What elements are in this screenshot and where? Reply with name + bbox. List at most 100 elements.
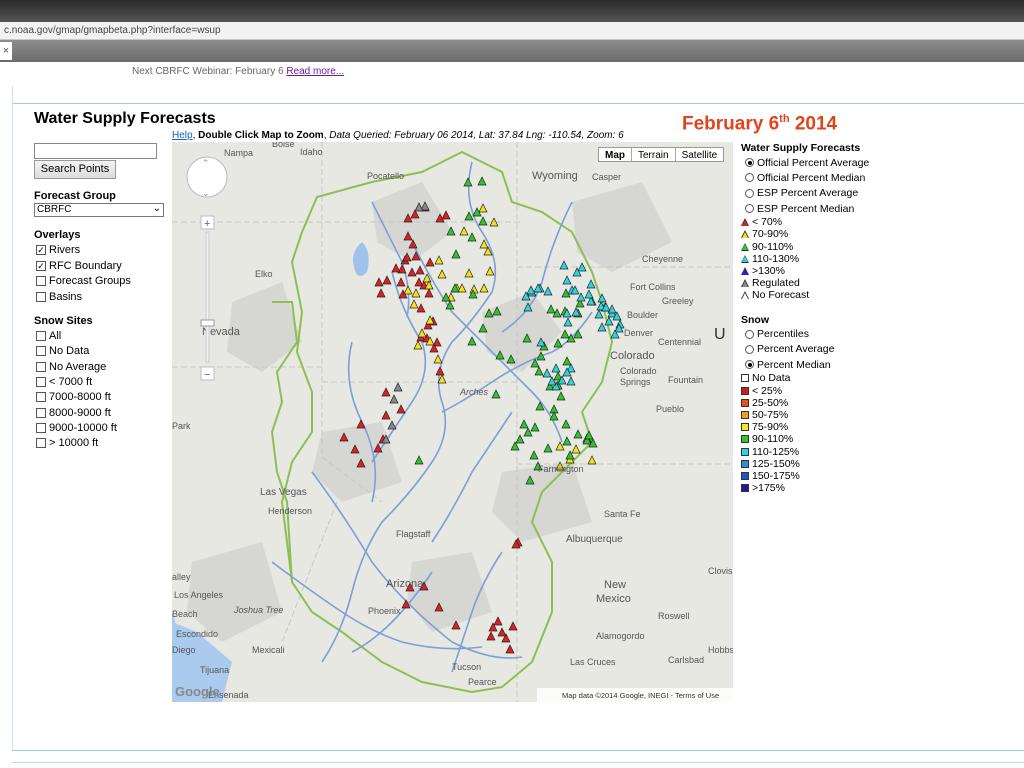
snow-site-checkbox[interactable]: > 10000 ft bbox=[36, 437, 98, 449]
forecast-group-select[interactable]: CBRFC ⌄ bbox=[34, 203, 164, 217]
svg-text:Centennial: Centennial bbox=[658, 337, 701, 347]
snow-site-checkbox[interactable]: 9000-10000 ft bbox=[36, 422, 117, 434]
snow-radio-option[interactable]: Percent Average bbox=[741, 342, 901, 357]
help-link[interactable]: Help bbox=[172, 130, 193, 141]
zoom-slider[interactable] bbox=[205, 231, 210, 363]
svg-text:Idaho: Idaho bbox=[300, 147, 323, 157]
overlay-checkbox-forecast-groups[interactable]: Forecast Groups bbox=[36, 275, 131, 287]
page-title: Water Supply Forecasts bbox=[34, 110, 216, 127]
legend-key-label: No Data bbox=[752, 372, 791, 385]
snow-site-checkbox[interactable]: 7000-8000 ft bbox=[36, 391, 111, 403]
snow-option-label: Percent Average bbox=[757, 343, 835, 356]
zoom-handle[interactable] bbox=[200, 319, 215, 327]
legend-key-label: >175% bbox=[752, 482, 785, 495]
date-annotation: February 6th 2014 bbox=[682, 113, 837, 135]
snow-site-checkbox[interactable]: All bbox=[36, 330, 61, 342]
legend-key-row: No Data bbox=[741, 372, 901, 384]
wsf-options: Official Percent Average Official Percent… bbox=[741, 155, 901, 216]
radio-button[interactable] bbox=[745, 158, 754, 168]
snow-legend-title: Snow bbox=[741, 313, 769, 326]
svg-text:Albuquerque: Albuquerque bbox=[566, 534, 623, 545]
radio-button[interactable] bbox=[745, 360, 754, 370]
snow-radio-option[interactable]: Percent Median bbox=[741, 357, 901, 372]
checkbox[interactable] bbox=[36, 291, 46, 302]
map-canvas[interactable]: Boise Idaho Nampa Pocatello Wyoming Casper E… bbox=[172, 142, 733, 702]
map-type-map-button[interactable]: Map bbox=[599, 148, 632, 161]
overlay-label: Rivers bbox=[49, 244, 81, 256]
wsf-radio-option[interactable]: Official Percent Average bbox=[741, 155, 901, 170]
close-tab-icon[interactable]: × bbox=[0, 42, 12, 60]
svg-text:Joshua Tree: Joshua Tree bbox=[233, 605, 283, 615]
header-divider bbox=[12, 103, 1024, 104]
snow-site-checkbox[interactable]: < 7000 ft bbox=[36, 376, 92, 388]
checkbox[interactable] bbox=[36, 361, 46, 372]
svg-text:Roswell: Roswell bbox=[658, 611, 690, 621]
wsf-radio-option[interactable]: ESP Percent Median bbox=[741, 201, 901, 216]
svg-text:Las Cruces: Las Cruces bbox=[570, 657, 616, 667]
google-logo: Google bbox=[175, 684, 220, 699]
date-day: February 6 bbox=[682, 113, 780, 135]
checkbox[interactable] bbox=[36, 376, 46, 387]
snow-option-label: Percent Median bbox=[757, 358, 831, 371]
triangle-marker-icon bbox=[741, 279, 749, 288]
snow-sites-label: Snow Sites bbox=[34, 315, 93, 327]
legend-key-label: No Forecast bbox=[752, 289, 810, 302]
overlay-checkbox-basins[interactable]: Basins bbox=[36, 291, 82, 303]
checkbox[interactable] bbox=[36, 331, 46, 341]
legend-key-label: 110-125% bbox=[752, 445, 800, 458]
checkbox[interactable] bbox=[36, 407, 46, 418]
legend-key-label: 125-150% bbox=[752, 457, 800, 470]
overlay-label: RFC Boundary bbox=[49, 259, 122, 272]
snow-options: Percentiles Percent Average Percent Median bbox=[741, 327, 901, 373]
svg-text:+: + bbox=[204, 218, 210, 230]
snow-key-list: No Data < 25% 25-50% 50-75% 75-90% 90-110% 110… bbox=[741, 372, 901, 494]
triangle-marker-icon bbox=[741, 242, 749, 251]
svg-text:Springs: Springs bbox=[620, 377, 651, 387]
search-points-button[interactable]: Search Points bbox=[34, 160, 116, 179]
checkbox[interactable]: ✓ bbox=[36, 260, 46, 271]
forecast-group-value: CBRFC bbox=[37, 204, 72, 215]
legend-key-row: < 25% bbox=[741, 385, 901, 397]
checkbox[interactable] bbox=[36, 438, 46, 449]
radio-button[interactable] bbox=[745, 329, 754, 339]
snow-radio-option[interactable]: Percentiles bbox=[741, 327, 901, 342]
search-input[interactable] bbox=[34, 143, 157, 159]
square-marker-icon bbox=[741, 374, 749, 383]
checkbox[interactable] bbox=[36, 392, 46, 403]
overlay-checkbox-rivers[interactable]: ✓ Rivers bbox=[36, 244, 80, 256]
legend-key-label: >130% bbox=[752, 265, 785, 278]
read-more-link[interactable]: Read more... bbox=[286, 66, 344, 77]
radio-button[interactable] bbox=[745, 173, 754, 183]
address-bar[interactable]: c.noaa.gov/gmap/gmapbeta.php?interface=w… bbox=[0, 22, 1024, 40]
checkbox[interactable] bbox=[36, 346, 46, 357]
svg-text:Mexico: Mexico bbox=[596, 593, 631, 605]
svg-text:Fort Collins: Fort Collins bbox=[630, 282, 676, 292]
wsf-option-label: ESP Percent Median bbox=[757, 202, 855, 215]
checkbox[interactable] bbox=[36, 422, 46, 433]
wsf-radio-option[interactable]: Official Percent Median bbox=[741, 170, 901, 185]
checkbox[interactable] bbox=[36, 276, 46, 286]
overlay-label: Forecast Groups bbox=[49, 275, 131, 287]
snow-site-checkbox[interactable]: 8000-9000 ft bbox=[36, 407, 111, 419]
legend-key-label: 90-110% bbox=[752, 433, 794, 446]
radio-button[interactable] bbox=[745, 188, 754, 198]
svg-text:Farmington: Farmington bbox=[538, 464, 584, 474]
snow-site-checkbox[interactable]: No Data bbox=[36, 345, 89, 357]
url-text: c.noaa.gov/gmap/gmapbeta.php?interface=w… bbox=[4, 25, 221, 36]
overlay-checkbox-rfc-boundary[interactable]: ✓ RFC Boundary bbox=[36, 260, 122, 272]
radio-button[interactable] bbox=[745, 344, 754, 354]
checkbox[interactable]: ✓ bbox=[36, 245, 46, 255]
square-marker-icon bbox=[741, 471, 749, 480]
svg-text:Carlsbad: Carlsbad bbox=[668, 655, 704, 665]
snow-site-checkbox[interactable]: No Average bbox=[36, 361, 106, 373]
radio-button[interactable] bbox=[745, 204, 754, 214]
map-type-terrain-button[interactable]: Terrain bbox=[632, 148, 676, 161]
legend-key-label: 90-110% bbox=[752, 240, 794, 253]
map-type-satellite-button[interactable]: Satellite bbox=[676, 148, 724, 161]
legend-key-row: 110-130% bbox=[741, 253, 901, 265]
wsf-radio-option[interactable]: ESP Percent Average bbox=[741, 186, 901, 201]
svg-text:Fountain: Fountain bbox=[668, 375, 703, 385]
svg-text:Elko: Elko bbox=[255, 269, 273, 279]
wsf-key-list: < 70% 70-90% 90-110% 110-130% >130% Regulated… bbox=[741, 216, 901, 301]
query-info: Data Queried: February 06 2014, Lat: 37.… bbox=[329, 130, 624, 141]
